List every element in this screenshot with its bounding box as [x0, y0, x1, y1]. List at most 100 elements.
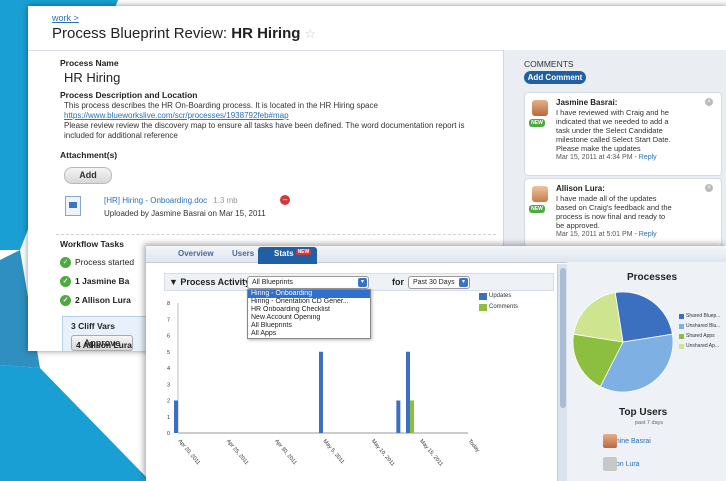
x-tick-label: Today	[466, 438, 480, 453]
top-users-subtitle: past 7 days	[635, 420, 664, 426]
y-tick-label: 1	[167, 415, 170, 421]
add-comment-button[interactable]: Add Comment	[524, 71, 586, 84]
attachment-uploaded: Uploaded by Jasmine Basrai on Mar 15, 20…	[104, 209, 266, 218]
close-icon[interactable]: ×	[705, 184, 713, 192]
dropdown-option[interactable]: All Apps	[248, 330, 370, 338]
blueprint-select[interactable]: All Blueprints ▾	[247, 276, 369, 289]
top-user-item[interactable]: Allison Lura	[583, 457, 640, 471]
bar-updates	[319, 351, 323, 433]
dropdown-option[interactable]: Hiring - Orientation CD Gener...	[248, 298, 370, 306]
attachments-label: Attachment(s)	[60, 150, 118, 160]
legend-swatch	[679, 324, 684, 329]
x-tick-label: Apr 20, 2011	[176, 438, 201, 466]
dropdown-option[interactable]: Hiring - Onboarding	[248, 290, 370, 298]
comment-date: Mar 15, 2011 at 4:34 PM - Reply	[556, 154, 657, 161]
x-tick-label: May 5, 2011	[321, 438, 345, 465]
pie-slice	[573, 292, 624, 343]
task-2: ✓ 2 Allison Lura	[60, 295, 131, 307]
reply-link[interactable]: Reply	[639, 154, 657, 161]
close-icon[interactable]: ×	[705, 98, 713, 106]
tab-users[interactable]: Users	[232, 249, 254, 258]
comment-text: I have reviewed with Craig and he	[556, 108, 669, 117]
top-user-item[interactable]: Jasmine Basrai	[583, 434, 651, 448]
tab-bar: Overview Users Stats NEW	[146, 246, 726, 264]
period-select[interactable]: Past 30 Days ▾	[408, 276, 470, 289]
pie-legend: Shared Bluep... Unshared Blu... Shared A…	[679, 314, 720, 354]
y-tick-label: 5	[167, 350, 170, 356]
bar-comments	[410, 400, 414, 433]
avatar	[603, 457, 617, 471]
process-name: HR Hiring	[64, 70, 121, 85]
legend-swatch	[479, 293, 487, 300]
bar-updates	[406, 351, 410, 433]
comment-text: be approved.	[556, 221, 600, 230]
y-tick-label: 8	[167, 301, 170, 307]
legend-swatch	[679, 334, 684, 339]
comment-text: I have made all of the updates	[556, 194, 657, 203]
page-title: Process Blueprint Review: HR Hiring ☆	[52, 25, 317, 42]
legend-swatch	[679, 314, 684, 319]
breadcrumb[interactable]: work >	[52, 13, 79, 23]
chart-legend: Updates Comments	[479, 293, 518, 315]
avatar	[532, 186, 548, 202]
tab-stats[interactable]: Stats NEW	[258, 247, 318, 264]
comment-text: milestone called Select Start Date.	[556, 135, 671, 144]
task-4: 4 Allison Lura	[76, 340, 132, 350]
legend-swatch	[479, 304, 487, 311]
favorite-star-icon[interactable]: ☆	[304, 26, 316, 41]
comment-text: based on Craig's feedback and the	[556, 203, 672, 212]
comment-text: task under the Select Candidate	[556, 126, 663, 135]
x-tick-label: May 15, 2011	[418, 438, 444, 467]
add-attachment-button[interactable]: Add	[64, 167, 112, 184]
pie-slice	[614, 291, 673, 343]
y-tick-label: 3	[167, 382, 170, 388]
x-tick-label: Apr 30, 2011	[273, 438, 298, 466]
description-line: This process describes the HR On-Boardin…	[64, 101, 378, 110]
comment-card: NEW Jasmine Basrai: I have reviewed with…	[524, 92, 722, 176]
blueprint-dropdown: Hiring - Onboarding Hiring - Orientation…	[247, 289, 371, 339]
legend-item: Unshared Ap...	[679, 344, 720, 354]
for-label: for	[392, 277, 404, 287]
document-icon	[65, 196, 81, 216]
comment-text: indicated that we needed to add a	[556, 117, 669, 126]
workflow-label: Workflow Tasks	[60, 239, 124, 249]
comment-card: NEW Allison Lura: I have made all of the…	[524, 178, 722, 248]
description-label: Process Description and Location	[60, 90, 198, 100]
attachment-link[interactable]: [HR] Hiring - Onboarding.doc 1.3 mb	[104, 196, 238, 205]
right-stats-panel: Processes Shared Bluep... Unshared Blu..…	[567, 262, 726, 481]
comment-text: process is now final and ready to	[556, 212, 666, 221]
reply-link[interactable]: Reply	[639, 231, 657, 238]
check-icon: ✓	[60, 257, 71, 269]
task-3: 3 Cliff Vars	[71, 321, 115, 331]
process-activity-label: ▼ Process Activity	[169, 277, 251, 287]
x-tick-label: May 10, 2011	[370, 438, 396, 467]
scrollbar-thumb[interactable]	[560, 268, 566, 408]
x-tick-label: Apr 25, 2011	[225, 438, 250, 466]
new-badge: NEW	[295, 249, 312, 255]
description-line: Please review review the discovery map t…	[64, 121, 465, 130]
dropdown-option[interactable]: HR Onboarding Checklist	[248, 306, 370, 314]
description-line: included for additional reference	[64, 131, 178, 140]
stats-panel: Overview Users Stats NEW ▼ Process Activi…	[146, 246, 726, 481]
delete-attachment-icon[interactable]: –	[280, 195, 290, 205]
comments-header: COMMENTS	[524, 59, 574, 69]
y-tick-label: 0	[167, 431, 170, 437]
y-tick-label: 4	[167, 366, 170, 372]
chevron-down-icon: ▾	[358, 278, 367, 287]
dropdown-option[interactable]: New Account Opening	[248, 314, 370, 322]
comment-date: Mar 15, 2011 at 5:01 PM - Reply	[556, 231, 657, 238]
dropdown-option[interactable]: All Blueprints	[248, 322, 370, 330]
top-users-title: Top Users	[619, 407, 668, 418]
process-name-label: Process Name	[60, 58, 119, 68]
bar-updates	[396, 400, 401, 433]
comment-text: Please make the updates	[556, 144, 641, 153]
check-icon: ✓	[60, 295, 71, 307]
tab-overview[interactable]: Overview	[178, 249, 214, 258]
processes-pie-chart	[572, 291, 674, 393]
task-process-started: ✓ Process started	[60, 257, 134, 269]
bar-updates	[174, 400, 178, 433]
y-tick-label: 2	[167, 399, 170, 405]
process-link[interactable]: https://www.blueworkslive.com/scr/proces…	[64, 111, 289, 120]
divider	[56, 234, 496, 235]
legend-item: Comments	[479, 304, 518, 315]
